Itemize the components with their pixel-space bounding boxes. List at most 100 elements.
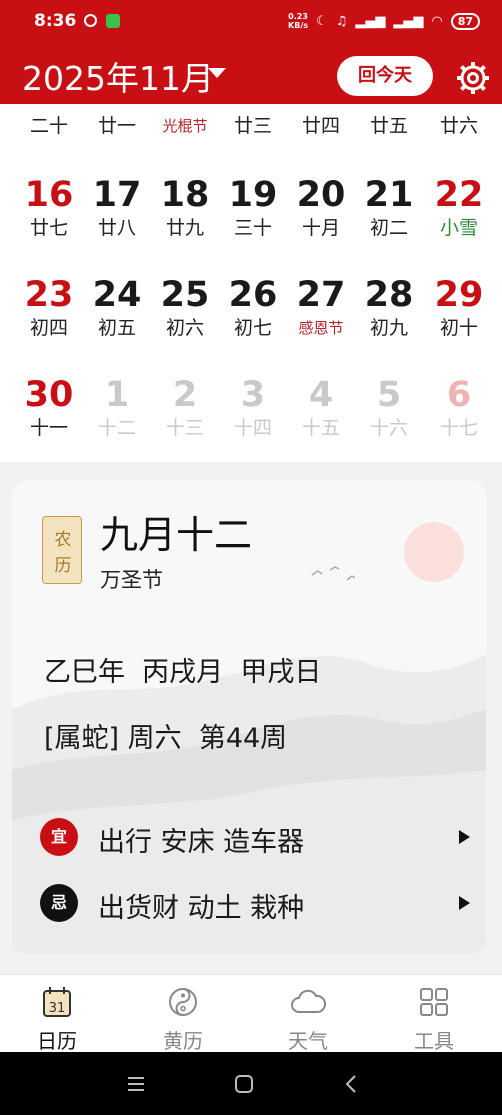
day-number: 29	[434, 275, 484, 315]
grid-icon	[420, 988, 448, 1016]
lunar-label: 初六	[165, 317, 204, 339]
month-calendar-grid: 二十 廿一 光棍节 廿三 廿四 廿五 廿六 16 廿七 17 廿八 18 廿九 19 三…	[0, 104, 502, 462]
zodiac-week-line: [属蛇] 周六 第44周	[44, 723, 288, 754]
tab-almanac[interactable]: 黄历	[143, 985, 223, 1054]
calendar-day-cell[interactable]: 28 初九	[355, 274, 423, 340]
back-icon[interactable]	[342, 1074, 362, 1094]
lunar-seal-icon: 农 历	[42, 516, 82, 584]
month-selector[interactable]: 2025年11月	[22, 52, 214, 100]
back-to-today-button[interactable]: 回今天	[337, 56, 433, 96]
lunar-label: 廿八	[97, 217, 136, 239]
calendar-day-cell[interactable]: 16 廿七	[15, 174, 83, 240]
calendar-day-cell[interactable]: 22 小雪	[425, 174, 493, 240]
day-number: 21	[364, 175, 414, 215]
day-number: 17	[92, 175, 142, 215]
suitable-activities-text: 出行 安床 造车器	[98, 827, 305, 858]
bottom-tab-bar: 31 日历 黄历 天气 工具	[0, 974, 502, 1054]
day-number: 24	[92, 275, 142, 315]
suitable-activities-row[interactable]: 宜 出行 安床 造车器	[40, 814, 470, 864]
lunar-label: 廿七	[29, 217, 68, 239]
lunar-label: 廿五	[369, 115, 408, 137]
calendar-day-cell-next-month[interactable]: 4 十五	[287, 374, 355, 440]
calendar-day-cell[interactable]: 27 感恩节	[287, 274, 355, 340]
festival-label: 光棍节	[162, 117, 208, 135]
day-number: 2	[172, 375, 198, 415]
calendar-day-cell[interactable]: 廿一	[83, 114, 151, 138]
calendar-day-cell[interactable]: 二十	[15, 114, 83, 138]
calendar-icon-number: 31	[49, 1001, 66, 1016]
home-icon[interactable]	[234, 1074, 254, 1094]
network-speed-unit: KB/s	[288, 21, 309, 30]
day-number: 3	[240, 375, 266, 415]
status-indicators: 0.23 KB/s ☾ ♫ ▂▄▆ ▂▄▆ ◠ 87	[288, 12, 480, 30]
lunar-label: 初七	[233, 317, 272, 339]
calendar-day-cell-next-month[interactable]: 2 十三	[151, 374, 219, 440]
day-number: 23	[24, 275, 74, 315]
calendar-day-cell[interactable]: 廿三	[219, 114, 287, 138]
sun-decoration	[404, 522, 464, 582]
calendar-day-cell[interactable]: 30 十一	[15, 374, 83, 440]
tab-label: 天气	[288, 1029, 328, 1053]
calendar-day-cell[interactable]: 24 初五	[83, 274, 151, 340]
calendar-day-cell-next-month[interactable]: 6 十七	[425, 374, 493, 440]
status-time: 8:36	[34, 11, 77, 31]
lunar-label: 廿九	[165, 217, 204, 239]
bell-icon: ♫	[335, 13, 348, 29]
tab-label: 日历	[37, 1029, 77, 1053]
network-speed: 0.23 KB/s	[288, 12, 308, 30]
lunar-label: 十六	[369, 417, 408, 439]
calendar-day-cell[interactable]: 19 三十	[219, 174, 287, 240]
chevron-right-icon	[459, 830, 470, 844]
avoid-activities-text: 出货财 动土 栽种	[98, 893, 305, 924]
calendar-day-cell[interactable]: 廿六	[425, 114, 493, 138]
system-navigation-bar	[0, 1052, 502, 1115]
lunar-label: 初二	[369, 217, 408, 239]
calendar-day-cell-next-month[interactable]: 5 十六	[355, 374, 423, 440]
tab-weather[interactable]: 天气	[268, 985, 348, 1054]
menu-icon[interactable]	[126, 1074, 146, 1094]
lunar-label: 十一	[29, 417, 68, 439]
gear-icon[interactable]	[455, 60, 491, 96]
lunar-label: 十三	[165, 417, 204, 439]
calendar-day-cell[interactable]: 23 初四	[15, 274, 83, 340]
calendar-day-cell-next-month[interactable]: 3 十四	[219, 374, 287, 440]
calendar-icon: 31	[43, 987, 71, 1017]
network-speed-value: 0.23	[288, 12, 308, 21]
day-number: 1	[104, 375, 130, 415]
day-number: 18	[160, 175, 210, 215]
calendar-day-cell-next-month[interactable]: 1 十二	[83, 374, 151, 440]
calendar-day-cell[interactable]: 20 十月	[287, 174, 355, 240]
lunar-label: 廿三	[233, 115, 272, 137]
day-number: 27	[296, 275, 346, 315]
day-detail-card[interactable]: 农 历 九月十二 万圣节 乙巳年 丙戌月 甲戌日 [属蛇] 周六 第44周 宜 …	[12, 480, 486, 954]
lunar-label: 十四	[233, 417, 272, 439]
lunar-label: 初五	[97, 317, 136, 339]
day-number: 16	[24, 175, 74, 215]
lunar-date-title: 九月十二	[100, 513, 253, 557]
calendar-day-cell[interactable]: 光棍节	[151, 114, 219, 138]
calendar-day-cell[interactable]: 29 初十	[425, 274, 493, 340]
notification-app-icon	[84, 14, 97, 27]
lunar-label: 廿四	[301, 115, 340, 137]
calendar-day-cell[interactable]: 18 廿九	[151, 174, 219, 240]
tab-label: 工具	[414, 1029, 454, 1053]
signal-icon-2: ▂▄▆	[393, 13, 424, 29]
calendar-day-cell[interactable]: 廿四	[287, 114, 355, 138]
lunar-label: 初四	[29, 317, 68, 339]
phone-app-icon	[106, 14, 120, 28]
calendar-day-cell[interactable]: 26 初七	[219, 274, 287, 340]
chevron-down-icon[interactable]	[208, 68, 226, 78]
calendar-day-cell[interactable]: 21 初二	[355, 174, 423, 240]
lunar-label: 十月	[301, 217, 340, 239]
avoid-activities-row[interactable]: 忌 出货财 动土 栽种	[40, 880, 470, 930]
day-number: 6	[446, 375, 472, 415]
lunar-seal-top: 农	[54, 530, 72, 550]
calendar-day-cell[interactable]: 廿五	[355, 114, 423, 138]
calendar-day-cell[interactable]: 25 初六	[151, 274, 219, 340]
tab-calendar[interactable]: 31 日历	[17, 985, 97, 1054]
moon-icon: ☾	[316, 13, 328, 29]
lunar-label: 廿六	[439, 115, 478, 137]
festival-label: 感恩节	[298, 319, 344, 337]
calendar-day-cell[interactable]: 17 廿八	[83, 174, 151, 240]
tab-tools[interactable]: 工具	[394, 985, 474, 1054]
